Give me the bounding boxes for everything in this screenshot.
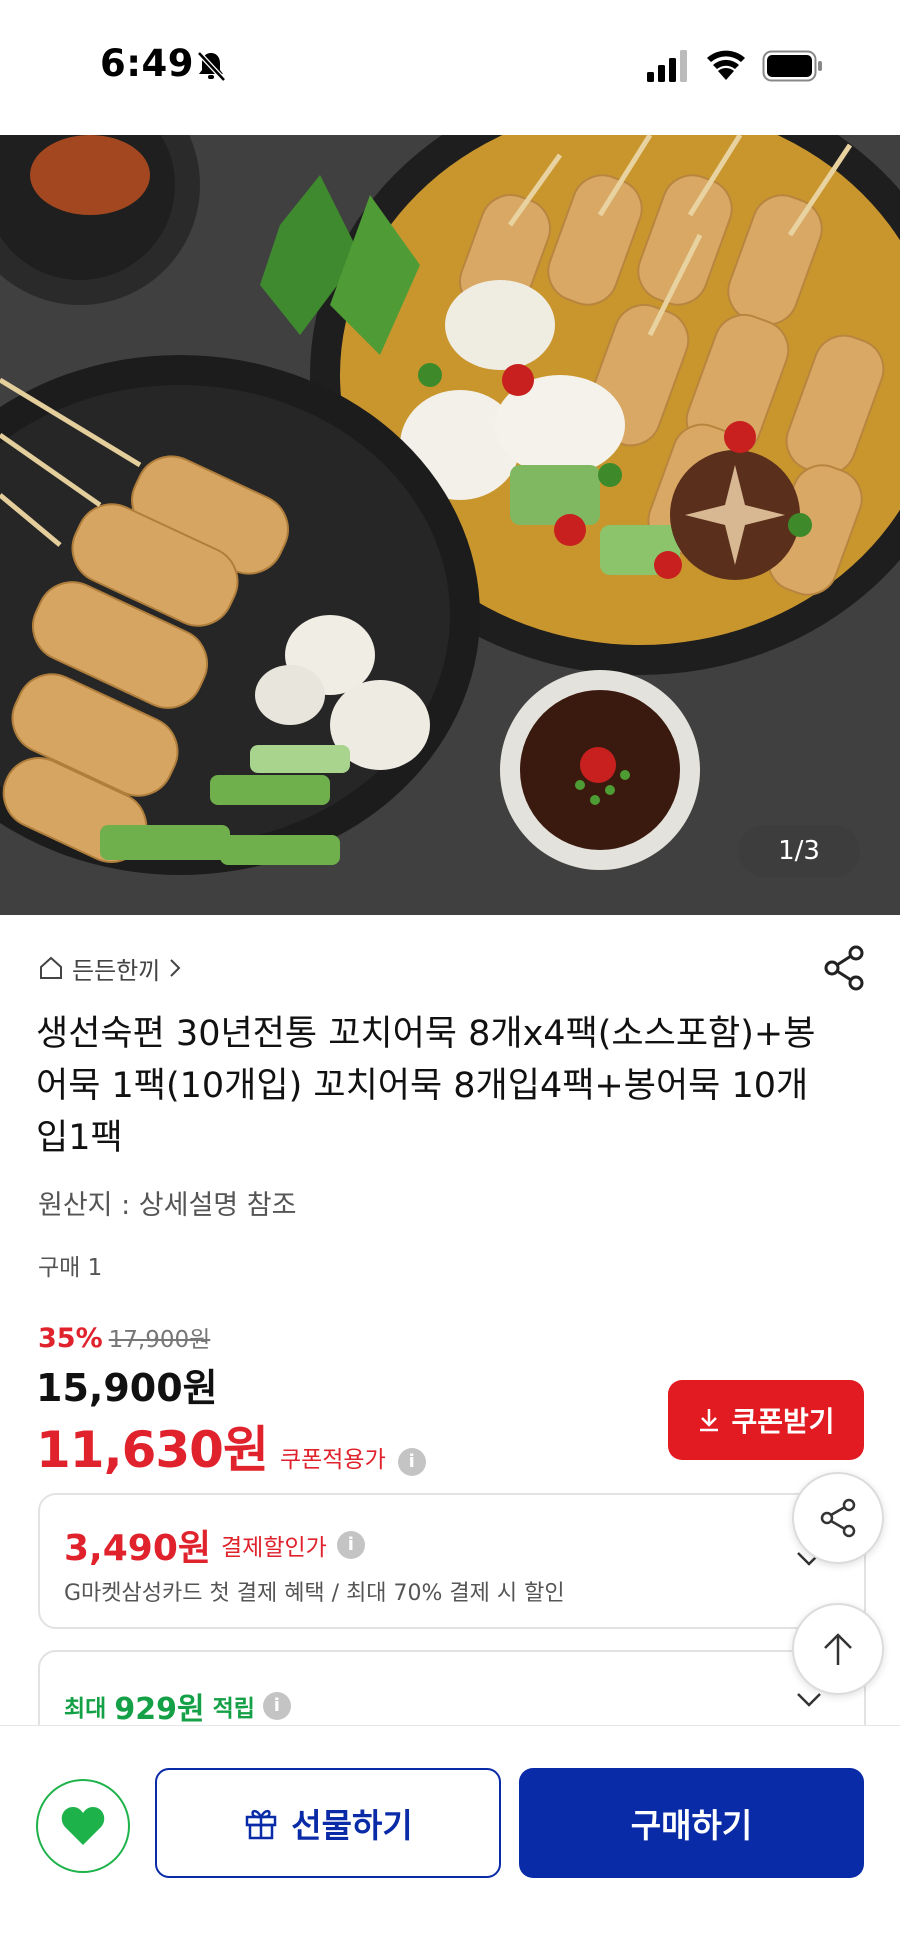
payment-discount-description: G마켓삼성카드 첫 결제 혜택 / 최대 70% 결제 시 할인: [64, 1581, 565, 1606]
get-coupon-label: 쿠폰받기: [731, 1405, 835, 1438]
product-title: 생선숙편 30년전통 꼬치어묵 8개x4팩(소스포함)+봉어묵 1팩(10개입)…: [36, 1014, 816, 1158]
coupon-price-row: 11,630원 쿠폰적용가 i: [36, 1410, 426, 1482]
image-counter: 1/3: [738, 825, 860, 877]
points-row: 최대 929원 적립 i: [64, 1684, 291, 1728]
battery-icon: [762, 50, 822, 82]
signal-icon: [647, 50, 687, 82]
purchase-count: 구매 1: [38, 1255, 103, 1281]
arrow-up-icon: [824, 1633, 852, 1665]
wishlist-button[interactable]: [36, 1779, 130, 1873]
origin-info: 원산지 : 상세설명 참조: [38, 1190, 297, 1221]
floating-share-button[interactable]: [792, 1472, 884, 1564]
discount-rate: 35%: [38, 1323, 103, 1354]
buy-label: 구매하기: [630, 1806, 753, 1845]
payment-discount-card[interactable]: 3,490원 결제할인가 i G마켓삼성카드 첫 결제 혜택 / 최대 70% …: [38, 1493, 866, 1629]
product-photo: [0, 135, 900, 915]
bottom-action-bar: 선물하기 구매하기: [0, 1725, 900, 1952]
gift-icon: [246, 1809, 277, 1840]
coupon-price-label: 쿠폰적용가: [279, 1447, 386, 1473]
scroll-top-button[interactable]: [792, 1603, 884, 1695]
points-prefix: 최대: [64, 1696, 107, 1722]
store-link[interactable]: 든든한끼: [38, 948, 182, 988]
chevron-down-icon[interactable]: [796, 1692, 822, 1708]
bell-slash-icon: [197, 51, 226, 82]
payment-discount-row: 3,490원 결제할인가 i: [64, 1519, 365, 1571]
coupon-price: 11,630원: [36, 1421, 269, 1479]
points-suffix: 적립: [212, 1696, 255, 1722]
info-icon[interactable]: i: [397, 1448, 426, 1476]
store-name: 든든한끼: [72, 956, 161, 985]
chevron-right-icon: [170, 959, 181, 977]
payment-discount-amount: 3,490원: [64, 1528, 211, 1569]
original-price: 17,900원: [108, 1327, 211, 1353]
product-image[interactable]: [0, 135, 900, 915]
gift-button[interactable]: 선물하기: [155, 1768, 501, 1878]
share-icon[interactable]: [822, 944, 866, 992]
buy-button[interactable]: 구매하기: [519, 1768, 864, 1878]
info-icon[interactable]: i: [262, 1692, 291, 1720]
get-coupon-button[interactable]: 쿠폰받기: [668, 1380, 864, 1460]
status-time: 6:49: [100, 42, 195, 85]
status-bar: 6:49: [0, 0, 900, 135]
home-icon: [40, 956, 62, 979]
heart-icon: [61, 1807, 105, 1845]
points-amount: 929원: [114, 1692, 205, 1727]
share-icon: [820, 1498, 856, 1538]
discount-row: 35% 17,900원: [38, 1320, 210, 1354]
gift-label: 선물하기: [291, 1806, 413, 1845]
info-icon[interactable]: i: [336, 1531, 365, 1559]
download-icon: [700, 1409, 719, 1432]
sale-price: 15,900원: [36, 1366, 218, 1410]
wifi-icon: [707, 50, 745, 80]
payment-discount-label: 결제할인가: [221, 1535, 327, 1561]
